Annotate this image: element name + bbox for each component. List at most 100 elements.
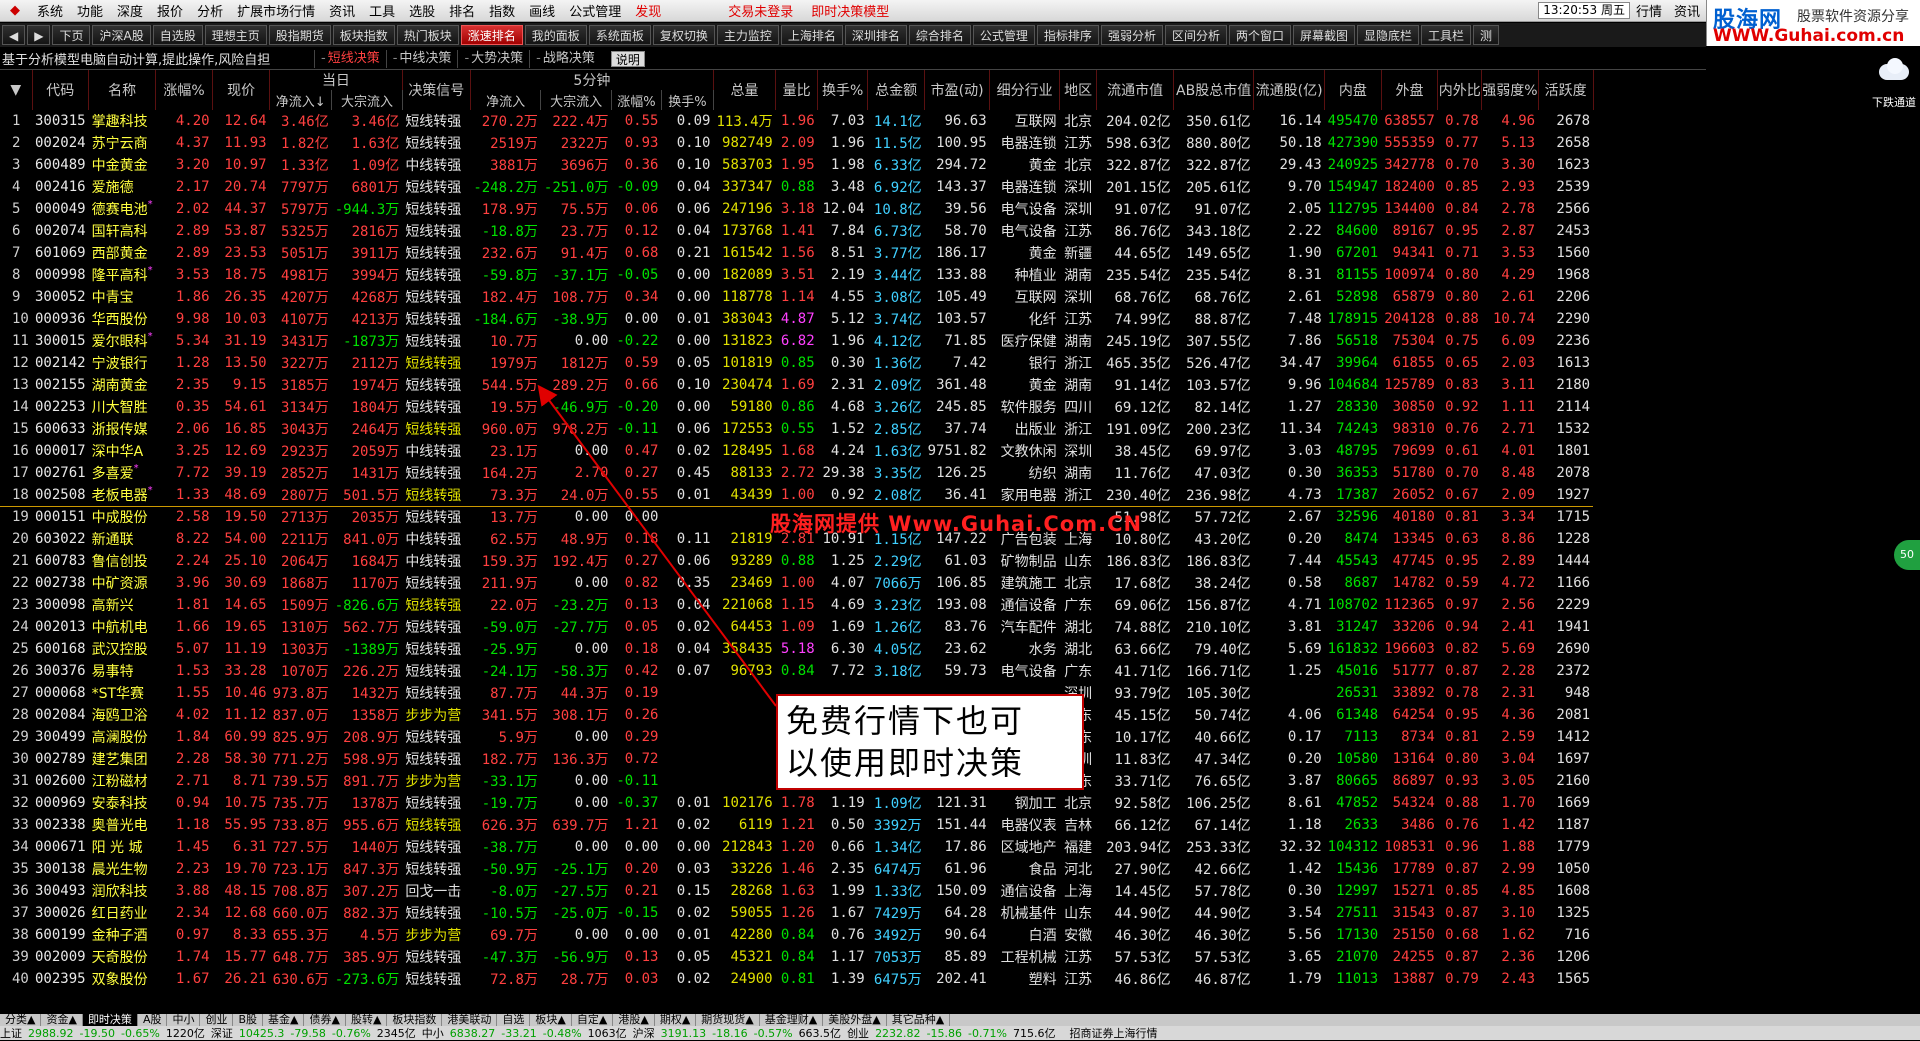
- table-row[interactable]: 15 600633 浙报传媒 2.06 16.85 3043万 2464万 短线转强 960.0…: [0, 418, 1593, 440]
- table-row[interactable]: 6 002074 国轩高科 2.89 53.87 5325万 2816万 短线转强 -18.8万…: [0, 220, 1593, 242]
- toolbar-button[interactable]: 板块指数: [332, 25, 395, 45]
- toolbar-button[interactable]: 自选股: [152, 25, 203, 45]
- toolbar-button[interactable]: 我的面板: [524, 25, 587, 45]
- category-tab[interactable]: 即时决策: [82, 1014, 138, 1026]
- col-5min-net-inflow[interactable]: 净流入: [470, 90, 542, 110]
- col-float-shares[interactable]: 流通股(亿): [1253, 70, 1326, 110]
- table-row[interactable]: 10 000936 华西股份 9.98 10.03 4107万 4213万 短线转强 -184.…: [0, 308, 1593, 330]
- category-tab[interactable]: 期货现货▲: [696, 1014, 760, 1026]
- category-tab[interactable]: 资金▲: [41, 1014, 83, 1026]
- table-row[interactable]: 14 002253 川大智胜 0.35 54.61 3134万 1804万 短线转强 19.5万…: [0, 396, 1593, 418]
- col-pe[interactable]: 市盈(动): [924, 70, 991, 110]
- decision-tab[interactable]: - 短线决策: [314, 49, 386, 68]
- decision-tab[interactable]: - 战略决策: [529, 49, 601, 68]
- table-row[interactable]: 2 002024 苏宁云商 4.37 11.93 1.82亿 1.63亿 短线转强 2519万 2…: [0, 132, 1593, 154]
- side-widget[interactable]: 50: [1894, 540, 1920, 570]
- col-region[interactable]: 地区: [1059, 70, 1098, 110]
- menu-item[interactable]: 报价: [150, 1, 190, 20]
- table-row[interactable]: 26 300376 易事特 1.53 33.28 1070万 226.2万 短线转强 -24.1…: [0, 660, 1593, 682]
- table-row[interactable]: 17 002761 多喜爱* 7.72 39.19 2852万 1431万 短线转强 164.2…: [0, 462, 1593, 484]
- table-row[interactable]: 8 000998 隆平高科* 3.53 18.75 4981万 3994万 短线转强 -59.8…: [0, 264, 1593, 286]
- menu-item[interactable]: 排名: [442, 1, 482, 20]
- login-status[interactable]: 交易未登录: [728, 1, 793, 20]
- table-row[interactable]: 32 000969 安泰科技 0.94 10.75 735.7万 1378万 短线转强 -19.…: [0, 792, 1593, 814]
- table-row[interactable]: 38 600199 金种子酒 0.97 8.33 655.3万 4.5万 步步为营 69.7万 0…: [0, 924, 1593, 946]
- col-amount[interactable]: 总金额: [867, 70, 926, 110]
- menu-item[interactable]: 系统: [30, 1, 70, 20]
- table-row[interactable]: 18 002508 老板电器* 1.33 48.69 2807万 501.5万 短线转强 73.…: [0, 484, 1594, 507]
- menu-item[interactable]: 选股: [402, 1, 442, 20]
- table-row[interactable]: 5 000049 德赛电池* 2.02 44.37 5797万 -944.3万 短线转强 178…: [0, 198, 1593, 220]
- col-code[interactable]: 代码: [32, 70, 90, 110]
- table-row[interactable]: 25 600168 武汉控股 5.07 11.19 1303万 -1389万 短线转强 -25.…: [0, 638, 1593, 660]
- col-menu-icon[interactable]: ▼: [0, 70, 33, 110]
- table-row[interactable]: 34 000671 阳 光 城 1.45 6.31 727.5万 1440万 短线转强 -38.…: [0, 836, 1593, 858]
- col-vol-ratio[interactable]: 量比: [775, 70, 819, 110]
- table-row[interactable]: 9 300052 中青宝 1.86 26.35 4207万 4268万 短线转强 182.4万 1…: [0, 286, 1593, 308]
- toolbar-button[interactable]: 深圳排名: [844, 25, 907, 45]
- toolbar-button[interactable]: 工具栏: [1421, 25, 1472, 45]
- toolbar-button[interactable]: 屏幕截图: [1292, 25, 1355, 45]
- category-tab[interactable]: 债券▲: [304, 1014, 346, 1026]
- col-strength[interactable]: 强弱度%: [1481, 70, 1539, 110]
- category-tab[interactable]: A股: [138, 1014, 168, 1026]
- table-row[interactable]: 37 300026 红日药业 2.34 12.68 660.0万 882.3万 短线转强 -10…: [0, 902, 1593, 924]
- table-row[interactable]: 22 002738 中矿资源 3.96 30.69 1868万 1170万 短线转强 211.9…: [0, 572, 1593, 594]
- table-row[interactable]: 1 300315 掌趣科技 4.20 12.64 3.46亿 3.46亿 短线转强 270.2万…: [0, 110, 1593, 132]
- col-5min-turnover[interactable]: 换手%: [661, 90, 714, 110]
- toolbar-button[interactable]: 复权切换: [652, 25, 715, 45]
- menu-quote[interactable]: 行情: [1630, 1, 1668, 20]
- col-change-pct[interactable]: 涨幅%: [155, 70, 214, 110]
- decision-tab[interactable]: - 中线决策: [385, 49, 458, 68]
- category-tab[interactable]: 期权▲: [655, 1014, 697, 1026]
- category-tab[interactable]: B股: [233, 1014, 264, 1026]
- menu-item[interactable]: 公式管理: [562, 1, 628, 20]
- toolbar-button[interactable]: 测: [1473, 25, 1500, 45]
- table-row[interactable]: 33 002338 奥普光电 1.18 55.95 733.8万 955.6万 短线转强 626…: [0, 814, 1593, 836]
- table-row[interactable]: 4 002416 爱施德 2.17 20.74 7797万 6801万 短线转强 -248.2万…: [0, 176, 1593, 198]
- toolbar-button[interactable]: 综合排名: [908, 25, 971, 45]
- category-tab[interactable]: 港美联动: [442, 1014, 498, 1026]
- table-row[interactable]: 3 600489 中金黄金 3.20 10.97 1.33亿 1.09亿 中线转强 3881万 3…: [0, 154, 1593, 176]
- table-row[interactable]: 24 002013 中航机电 1.66 19.65 1310万 562.7万 短线转强 -59.…: [0, 616, 1593, 638]
- help-button[interactable]: 说明: [610, 50, 645, 67]
- toolbar-button[interactable]: 理想主页: [204, 25, 267, 45]
- table-row[interactable]: 7 601069 西部黄金 2.89 23.53 5051万 3911万 短线转强 232.6万…: [0, 242, 1593, 264]
- toolbar-button[interactable]: 两个窗口: [1228, 25, 1291, 45]
- toolbar-button[interactable]: 强弱分析: [1100, 25, 1163, 45]
- table-row[interactable]: 40 002395 双象股份 1.67 26.21 630.6万 -273.6万 短线转强 72…: [0, 968, 1593, 990]
- menu-item[interactable]: 分析: [190, 1, 230, 20]
- col-volume[interactable]: 总量: [713, 70, 777, 110]
- col-price[interactable]: 现价: [212, 70, 271, 110]
- menu-discover[interactable]: 发现: [628, 1, 668, 20]
- col-float-cap[interactable]: 流通市值: [1096, 70, 1175, 110]
- menu-item[interactable]: 工具: [362, 1, 402, 20]
- toolbar-button[interactable]: 热门板块: [396, 25, 459, 45]
- toolbar-button[interactable]: ▶: [27, 25, 51, 45]
- menu-news[interactable]: 资讯: [1668, 1, 1706, 20]
- col-io-ratio[interactable]: 内外比: [1437, 70, 1483, 110]
- col-activity[interactable]: 活跃度: [1538, 70, 1594, 110]
- category-tab[interactable]: 自选: [497, 1014, 531, 1026]
- col-today-block-inflow[interactable]: 大宗流入: [331, 90, 403, 110]
- toolbar-button[interactable]: 系统面板: [588, 25, 651, 45]
- toolbar-button[interactable]: 公式管理: [972, 25, 1035, 45]
- table-row[interactable]: 23 300098 高新兴 1.81 14.65 1509万 -826.6万 短线转强 22.0…: [0, 594, 1593, 616]
- table-row[interactable]: 11 300015 爱尔眼科* 5.34 31.19 3431万 -1873万 短线转强 10.…: [0, 330, 1593, 352]
- col-5min-change[interactable]: 涨幅%: [611, 90, 662, 110]
- col-5min-block-inflow[interactable]: 大宗流入: [540, 90, 612, 110]
- col-outer[interactable]: 外盘: [1381, 70, 1439, 110]
- table-row[interactable]: 39 002009 天奇股份 1.74 15.77 648.7万 385.9万 短线转强 -47…: [0, 946, 1593, 968]
- category-tab[interactable]: 基金▲: [263, 1014, 305, 1026]
- toolbar-button[interactable]: 主力监控: [716, 25, 779, 45]
- decision-tab[interactable]: - 大势决策: [457, 49, 529, 68]
- col-turnover[interactable]: 换手%: [817, 70, 869, 110]
- menu-item[interactable]: 资讯: [322, 1, 362, 20]
- toolbar-button[interactable]: 区间分析: [1164, 25, 1227, 45]
- table-row[interactable]: 36 300493 润欣科技 3.88 48.15 708.8万 307.2万 回戈一击 -8.…: [0, 880, 1593, 902]
- table-row[interactable]: 35 300138 晨光生物 2.23 19.70 723.1万 847.3万 短线转强 -50…: [0, 858, 1593, 880]
- col-signal[interactable]: 决策信号: [402, 70, 471, 110]
- table-row[interactable]: 13 002155 湖南黄金 2.35 9.15 3185万 1974万 短线转强 544.5万…: [0, 374, 1593, 396]
- toolbar-button[interactable]: 指标排序: [1036, 25, 1099, 45]
- table-row[interactable]: 12 002142 宁波银行 1.28 13.50 3227万 2112万 短线转强 1979万…: [0, 352, 1593, 374]
